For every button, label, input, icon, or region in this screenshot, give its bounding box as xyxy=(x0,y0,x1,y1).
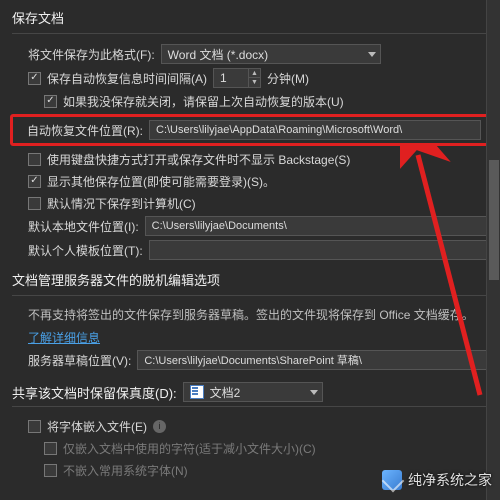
info-icon[interactable]: i xyxy=(153,420,166,433)
chevron-down-icon xyxy=(368,52,376,57)
show-other-locations-checkbox[interactable] xyxy=(28,175,41,188)
spinner-down-icon[interactable]: ▼ xyxy=(248,78,260,87)
section-fidelity-title: 共享该文档时保留保真度(D): xyxy=(12,383,177,402)
embed-fonts-label: 将字体嵌入文件(E) xyxy=(47,418,147,435)
section-save-title: 保存文档 xyxy=(0,0,500,31)
vertical-scrollbar[interactable] xyxy=(486,0,500,500)
server-draft-location-label: 服务器草稿位置(V): xyxy=(28,352,131,369)
scrollbar-thumb[interactable] xyxy=(489,160,499,280)
save-to-computer-label: 默认情况下保存到计算机(C) xyxy=(47,195,196,212)
watermark: 纯净系统之家 xyxy=(382,470,492,490)
default-file-location-input[interactable]: C:\Users\lilyjae\Documents\ xyxy=(145,216,488,236)
divider xyxy=(12,33,488,34)
autorecover-highlight: 自动恢复文件位置(R): C:\Users\lilyjae\AppData\Ro… xyxy=(10,114,490,146)
fidelity-document-value: 文档2 xyxy=(210,384,241,401)
divider xyxy=(12,295,488,296)
autorecover-location-input[interactable]: C:\Users\lilyjae\AppData\Roaming\Microso… xyxy=(149,120,481,140)
watermark-icon xyxy=(382,470,402,490)
embed-used-chars-label: 仅嵌入文档中使用的字符(适于减小文件大小)(C) xyxy=(63,440,316,457)
autosave-minutes-spinner[interactable]: 1 ▲ ▼ xyxy=(213,68,261,88)
spinner-up-icon[interactable]: ▲ xyxy=(248,69,260,78)
save-format-value: Word 文档 (*.docx) xyxy=(168,46,268,63)
server-draft-location-input[interactable]: C:\Users\lilyjae\Documents\SharePoint 草稿… xyxy=(137,350,488,370)
fidelity-document-select[interactable]: 文档2 xyxy=(183,382,323,402)
minutes-unit-label: 分钟(M) xyxy=(267,70,309,87)
personal-templates-input[interactable] xyxy=(149,240,488,260)
keep-last-autorecover-checkbox[interactable] xyxy=(44,95,57,108)
default-file-location-label: 默认本地文件位置(I): xyxy=(28,218,139,235)
keep-last-autorecover-label: 如果我没保存就关闭，请保留上次自动恢复的版本(U) xyxy=(63,93,344,110)
personal-templates-label: 默认个人模板位置(T): xyxy=(28,242,143,259)
watermark-text: 纯净系统之家 xyxy=(408,470,492,490)
save-format-select[interactable]: Word 文档 (*.docx) xyxy=(161,44,381,64)
embed-used-chars-checkbox xyxy=(44,442,57,455)
chevron-down-icon xyxy=(310,390,318,395)
embed-fonts-checkbox[interactable] xyxy=(28,420,41,433)
document-icon xyxy=(190,385,204,399)
divider xyxy=(12,406,488,407)
autosave-checkbox[interactable] xyxy=(28,72,41,85)
learn-more-link[interactable]: 了解详细信息 xyxy=(28,329,100,346)
save-to-computer-checkbox[interactable] xyxy=(28,197,41,210)
section-offline-title: 文档管理服务器文件的脱机编辑选项 xyxy=(0,262,500,293)
no-common-fonts-checkbox xyxy=(44,464,57,477)
autosave-minutes-value: 1 xyxy=(220,71,227,85)
show-other-locations-label: 显示其他保存位置(即使可能需要登录)(S)。 xyxy=(47,173,275,190)
autorecover-location-label: 自动恢复文件位置(R): xyxy=(27,122,143,139)
offline-description: 不再支持将签出的文件保存到服务器草稿。签出的文件现将保存到 Office 文档缓… xyxy=(28,306,474,324)
no-backstage-checkbox[interactable] xyxy=(28,153,41,166)
no-common-fonts-label: 不嵌入常用系统字体(N) xyxy=(63,462,188,479)
autosave-label: 保存自动恢复信息时间间隔(A) xyxy=(47,70,207,87)
save-format-label: 将文件保存为此格式(F): xyxy=(28,46,155,63)
no-backstage-label: 使用键盘快捷方式打开或保存文件时不显示 Backstage(S) xyxy=(47,151,350,168)
